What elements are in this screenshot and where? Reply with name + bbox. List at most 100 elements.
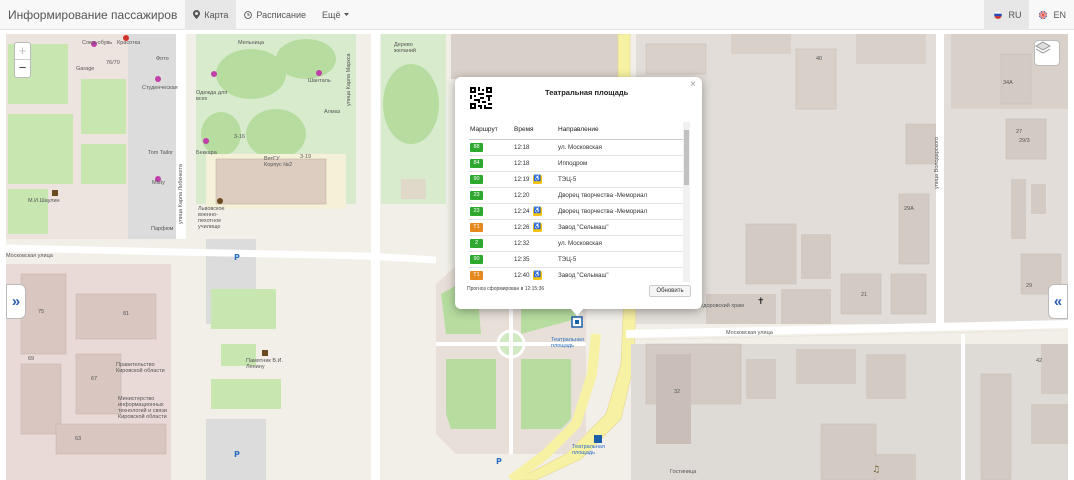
refresh-button[interactable]: Обновить bbox=[649, 285, 691, 297]
map-label-studencheskaya: Студенческая bbox=[142, 85, 178, 91]
route-badge[interactable]: 90 bbox=[470, 255, 483, 264]
svg-text:P: P bbox=[234, 253, 240, 262]
column-route: Маршрут bbox=[470, 126, 498, 133]
lang-ru-label: RU bbox=[1008, 10, 1022, 20]
street-label-moskovskaya-right: Московская улица bbox=[726, 330, 773, 336]
zoom-in-button[interactable]: + bbox=[15, 43, 30, 60]
street-label-karla-marksa: улица Карла Маркса bbox=[346, 53, 352, 106]
map-number: 29А bbox=[904, 206, 914, 212]
table-row[interactable]: 88 12:18 ул. Московская bbox=[469, 140, 683, 156]
svg-text:♫: ♫ bbox=[872, 465, 880, 475]
route-badge[interactable]: 88 bbox=[470, 143, 483, 152]
svg-text:P: P bbox=[496, 457, 502, 466]
map-number: 32 bbox=[674, 389, 681, 395]
map-label-parfum: Парфюм bbox=[151, 226, 174, 232]
map-label-almaz: Алмаз bbox=[324, 109, 341, 115]
lang-en-button[interactable]: EN bbox=[1029, 0, 1074, 30]
expand-left-panel-button[interactable]: » bbox=[6, 284, 26, 319]
direction-text: ул. Московская bbox=[558, 240, 602, 247]
map-marker-icon bbox=[193, 10, 201, 19]
arrival-time: 12:18 bbox=[514, 160, 530, 167]
map-label-stop-teatralnaya: Театральная площадь bbox=[551, 337, 584, 349]
tab-map[interactable]: Карта bbox=[185, 0, 237, 30]
scrollbar-thumb[interactable] bbox=[684, 130, 689, 185]
map-number: 34А bbox=[1003, 80, 1013, 86]
popup-pointer bbox=[571, 309, 583, 316]
route-badge[interactable]: 23 bbox=[470, 207, 483, 216]
arrival-time: 12:35 bbox=[514, 256, 530, 263]
map-number: 29 bbox=[1026, 283, 1033, 289]
tab-map-label: Карта bbox=[204, 9, 229, 20]
forecast-timestamp: Прогноз сформирован в 12:15:36 bbox=[467, 286, 545, 292]
direction-text: Завод "Сельмаш" bbox=[558, 224, 609, 231]
map-label-mir-sheya: М.И.Шаулин bbox=[28, 198, 60, 204]
map-label-shantal: Шанталь bbox=[308, 78, 331, 84]
table-header: Маршрут Время Направление bbox=[469, 126, 683, 140]
lang-ru-button[interactable]: RU bbox=[984, 0, 1030, 30]
route-badge[interactable]: 23 bbox=[470, 191, 483, 200]
map-number: 42 bbox=[1036, 358, 1043, 364]
table-row[interactable]: T1 12:40 ♿ Завод "Сельмаш" bbox=[469, 268, 683, 281]
table-row[interactable]: 2 12:32 ул. Московская bbox=[469, 236, 683, 252]
arrival-time: 12:40 bbox=[514, 272, 530, 279]
map-label-krasotka: Красотка bbox=[117, 40, 141, 46]
table-row[interactable]: 90 12:19 ♿ ТЭЦ-5 bbox=[469, 172, 683, 188]
map-label-garage: Garage bbox=[76, 66, 95, 72]
map-number: 67 bbox=[91, 376, 98, 382]
map-number: 75 bbox=[38, 309, 45, 315]
route-badge[interactable]: 90 bbox=[470, 175, 483, 184]
stop-popup: × Театральная площадь Маршрут Время Напр… bbox=[455, 77, 702, 309]
wheelchair-icon: ♿ bbox=[533, 207, 542, 216]
map-label-church: Фёдоровский храм bbox=[696, 303, 744, 309]
arrival-time: 12:32 bbox=[514, 240, 530, 247]
direction-text: Дворец творчества -Мемориал bbox=[558, 192, 648, 199]
route-badge[interactable]: T1 bbox=[470, 223, 483, 232]
map-label-kaliya: Фото bbox=[156, 56, 169, 62]
clock-icon bbox=[244, 10, 253, 19]
russia-flag-icon bbox=[994, 11, 1003, 19]
expand-right-panel-button[interactable]: « bbox=[1048, 284, 1068, 319]
tab-more[interactable]: Ещё bbox=[314, 0, 357, 30]
svg-text:P: P bbox=[234, 450, 240, 459]
direction-text: ТЭЦ-5 bbox=[558, 176, 577, 183]
zoom-out-button[interactable]: − bbox=[15, 60, 30, 77]
map-label-tom-tailor: Tom Tailor bbox=[148, 150, 173, 156]
direction-text: Завод "Сельмаш" bbox=[558, 272, 609, 279]
map-number: 3-16 bbox=[234, 134, 246, 140]
direction-text: ТЭЦ-5 bbox=[558, 256, 577, 263]
arrival-time: 12:18 bbox=[514, 144, 530, 151]
table-scrollbar[interactable] bbox=[683, 122, 690, 282]
table-row[interactable]: 84 12:18 Ипподром bbox=[469, 156, 683, 172]
map-number: 29/3 bbox=[1019, 138, 1030, 144]
route-badge[interactable]: 2 bbox=[470, 239, 483, 248]
map-number: 63 bbox=[75, 436, 82, 442]
uk-flag-icon bbox=[1039, 11, 1048, 19]
map-label-stop-teatralnaya-2: Театральная площадь bbox=[572, 444, 605, 456]
map-number: 27 bbox=[1016, 129, 1023, 135]
tab-schedule[interactable]: Расписание bbox=[236, 0, 314, 30]
brand-title[interactable]: Информирование пассажиров bbox=[0, 0, 185, 30]
route-badge[interactable]: T1 bbox=[470, 271, 483, 280]
layers-button[interactable] bbox=[1034, 40, 1060, 66]
qr-code-icon[interactable] bbox=[470, 87, 492, 109]
street-label-volodarskogo: улица Володарского bbox=[934, 136, 940, 189]
table-row[interactable]: 90 12:35 ТЭЦ-5 bbox=[469, 252, 683, 268]
map-label-pravitelstvo: Правительство Кировской области bbox=[116, 362, 165, 374]
tab-schedule-label: Расписание bbox=[256, 9, 307, 20]
table-row[interactable]: 23 12:20 Дворец творчества -Мемориал bbox=[469, 188, 683, 204]
route-badge[interactable]: 84 bbox=[470, 159, 483, 168]
street-label-karla-libknekhta: улица Карла Либкнехта bbox=[178, 164, 184, 224]
wheelchair-icon: ♿ bbox=[533, 175, 542, 184]
caret-down-icon bbox=[344, 12, 350, 16]
stop-title: Театральная площадь bbox=[545, 88, 629, 97]
table-row[interactable]: T1 12:26 ♿ Завод "Сельмаш" bbox=[469, 220, 683, 236]
layers-icon bbox=[1035, 41, 1051, 54]
schedule-table[interactable]: 88 12:18 ул. Московская 84 12:18 Ипподром 90 12… bbox=[469, 140, 683, 281]
arrival-time: 12:20 bbox=[514, 192, 530, 199]
direction-text: Ипподром bbox=[558, 160, 588, 167]
table-row[interactable]: 23 12:24 ♿ Дворец творчества -Мемориал bbox=[469, 204, 683, 220]
map-label-odezhda: Одежда для всех bbox=[196, 90, 228, 102]
map-label-hotel: Гостиница bbox=[670, 469, 697, 475]
map-label-soyuz: Союз-обувь bbox=[82, 40, 113, 46]
close-popup-button[interactable]: × bbox=[690, 79, 696, 90]
